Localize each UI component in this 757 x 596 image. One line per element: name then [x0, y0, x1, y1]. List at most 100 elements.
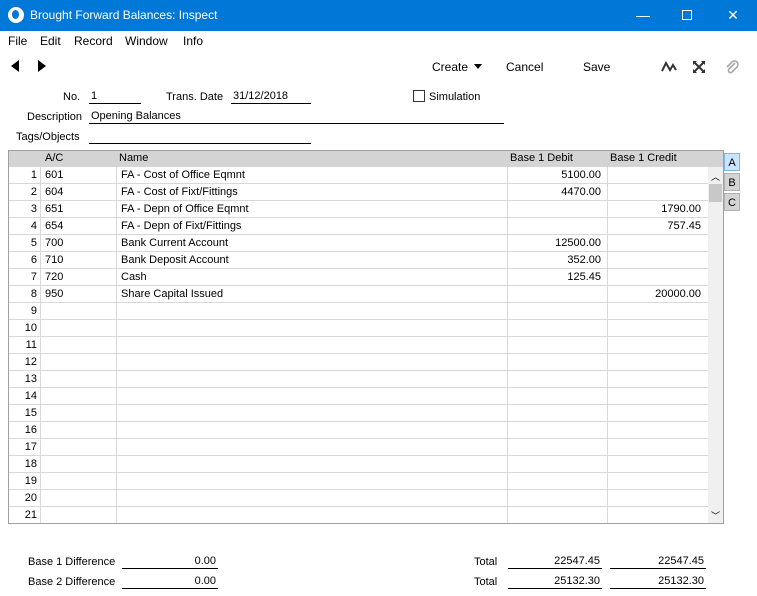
- cell-name[interactable]: FA - Cost of Office Eqmnt: [121, 169, 501, 181]
- table-row[interactable]: 14: [9, 388, 709, 405]
- expand-icon[interactable]: [690, 59, 708, 75]
- cell-ac[interactable]: 654: [45, 220, 113, 232]
- col-credit-header: Base 1 Credit: [610, 152, 677, 164]
- scroll-thumb[interactable]: [709, 184, 722, 202]
- table-row[interactable]: 3 651 FA - Depn of Office Eqmnt 1790.00: [9, 201, 709, 218]
- cell-ac[interactable]: 710: [45, 254, 113, 266]
- balances-grid: A/C Name Base 1 Debit Base 1 Credit 1 601…: [8, 150, 724, 524]
- col-ac-header: A/C: [45, 152, 64, 164]
- table-row[interactable]: 7 720 Cash 125.45: [9, 269, 709, 286]
- table-row[interactable]: 9: [9, 303, 709, 320]
- row-number: 8: [30, 288, 37, 300]
- nav-forward-icon[interactable]: [38, 60, 46, 72]
- tab-c[interactable]: C: [724, 193, 740, 211]
- table-row[interactable]: 18: [9, 456, 709, 473]
- row-number: 4: [30, 220, 37, 232]
- row-number: 12: [24, 356, 37, 368]
- tab-b[interactable]: B: [724, 173, 740, 191]
- table-row[interactable]: 1 601 FA - Cost of Office Eqmnt 5100.00: [9, 167, 709, 184]
- menu-record[interactable]: Record: [74, 34, 113, 48]
- cell-debit[interactable]: 5100.00: [509, 169, 601, 181]
- row-number: 19: [24, 475, 37, 487]
- table-row[interactable]: 6 710 Bank Deposit Account 352.00: [9, 252, 709, 269]
- row-number: 21: [24, 509, 37, 521]
- table-row[interactable]: 15: [9, 405, 709, 422]
- tab-a[interactable]: A: [724, 153, 740, 171]
- description-label: Description: [27, 111, 83, 123]
- cell-name[interactable]: Bank Current Account: [121, 237, 501, 249]
- tags-objects-field[interactable]: [89, 130, 311, 144]
- create-button[interactable]: Create: [432, 60, 483, 74]
- nav-back-icon[interactable]: [11, 60, 19, 72]
- cell-ac[interactable]: 720: [45, 271, 113, 283]
- cell-credit[interactable]: 20000.00: [609, 288, 701, 300]
- cell-debit[interactable]: 125.45: [509, 271, 601, 283]
- cancel-button[interactable]: Cancel: [506, 60, 543, 74]
- menu-edit[interactable]: Edit: [40, 34, 61, 48]
- paperclip-icon[interactable]: [723, 59, 741, 75]
- maximize-icon: [682, 10, 692, 20]
- chevron-down-icon: [474, 64, 483, 69]
- table-row[interactable]: 2 604 FA - Cost of Fixt/Fittings 4470.00: [9, 184, 709, 201]
- description-field[interactable]: Opening Balances: [89, 110, 504, 124]
- tags-objects-label: Tags/Objects: [16, 131, 80, 143]
- save-button[interactable]: Save: [583, 60, 610, 74]
- table-row[interactable]: 11: [9, 337, 709, 354]
- table-row[interactable]: 20: [9, 490, 709, 507]
- cell-debit[interactable]: 4470.00: [509, 186, 601, 198]
- cell-debit[interactable]: 12500.00: [509, 237, 601, 249]
- scroll-down-icon[interactable]: ﹀: [711, 509, 720, 522]
- col-debit-header: Base 1 Debit: [510, 152, 573, 164]
- row-number: 1: [30, 169, 37, 181]
- cell-ac[interactable]: 604: [45, 186, 113, 198]
- table-row[interactable]: 19: [9, 473, 709, 490]
- simulation-checkbox[interactable]: [413, 90, 425, 102]
- cell-ac[interactable]: 950: [45, 288, 113, 300]
- toolbar: Create Cancel Save: [0, 51, 757, 83]
- menu-bar: File Edit Record Window Info: [0, 31, 757, 51]
- cell-ac[interactable]: 651: [45, 203, 113, 215]
- trans-date-field[interactable]: 31/12/2018: [231, 90, 311, 104]
- grid-header: A/C Name Base 1 Debit Base 1 Credit: [9, 151, 723, 167]
- menu-window[interactable]: Window: [125, 34, 168, 48]
- row-number: 11: [25, 339, 37, 351]
- table-row[interactable]: 17: [9, 439, 709, 456]
- table-row[interactable]: 5 700 Bank Current Account 12500.00: [9, 235, 709, 252]
- cell-name[interactable]: FA - Cost of Fixt/Fittings: [121, 186, 501, 198]
- table-row[interactable]: 8 950 Share Capital Issued 20000.00: [9, 286, 709, 303]
- table-row[interactable]: 10: [9, 320, 709, 337]
- row-number: 17: [24, 441, 37, 453]
- table-row[interactable]: 21: [9, 507, 709, 523]
- no-label: No.: [63, 91, 81, 103]
- menu-file[interactable]: File: [8, 34, 27, 48]
- grid-scrollbar[interactable]: ︿ ﹀: [708, 167, 723, 523]
- cell-name[interactable]: Share Capital Issued: [121, 288, 501, 300]
- minimize-button[interactable]: —: [620, 0, 666, 31]
- row-number: 20: [24, 492, 37, 504]
- cell-credit[interactable]: 1790.00: [609, 203, 701, 215]
- total1-debit-field: 22547.45: [508, 555, 602, 569]
- cell-debit[interactable]: 352.00: [509, 254, 601, 266]
- scroll-up-icon[interactable]: ︿: [711, 170, 720, 183]
- table-row[interactable]: 13: [9, 371, 709, 388]
- row-number: 16: [24, 424, 37, 436]
- cell-credit[interactable]: 757.45: [609, 220, 701, 232]
- window-title: Brought Forward Balances: Inspect: [30, 8, 218, 22]
- row-number: 7: [30, 271, 37, 283]
- table-row[interactable]: 12: [9, 354, 709, 371]
- cell-ac[interactable]: 601: [45, 169, 113, 181]
- menu-info[interactable]: Info: [183, 34, 203, 48]
- table-row[interactable]: 4 654 FA - Depn of Fixt/Fittings 757.45: [9, 218, 709, 235]
- maximize-button[interactable]: [664, 0, 710, 31]
- close-button[interactable]: ✕: [710, 0, 756, 31]
- cell-name[interactable]: FA - Depn of Fixt/Fittings: [121, 220, 501, 232]
- cell-name[interactable]: Bank Deposit Account: [121, 254, 501, 266]
- cell-name[interactable]: Cash: [121, 271, 501, 283]
- app-icon: [8, 7, 24, 23]
- table-row[interactable]: 16: [9, 422, 709, 439]
- no-field[interactable]: 1: [89, 90, 141, 104]
- chart-icon[interactable]: [660, 59, 678, 75]
- base1-difference-field: 0.00: [122, 555, 218, 569]
- cell-ac[interactable]: 700: [45, 237, 113, 249]
- cell-name[interactable]: FA - Depn of Office Eqmnt: [121, 203, 501, 215]
